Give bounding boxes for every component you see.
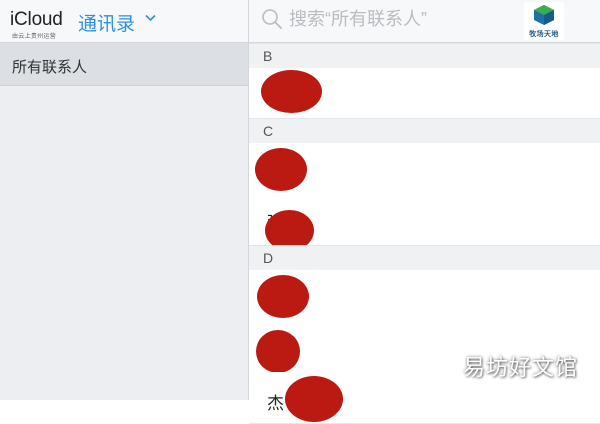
- search-icon: [262, 9, 282, 29]
- watermark-text: 易坊好文馆: [462, 356, 578, 381]
- search-input[interactable]: [289, 6, 509, 32]
- contact-row[interactable]: 粥: [249, 194, 600, 251]
- app-header: iCloud 通讯录 由云上贵州运营: [0, 0, 248, 43]
- contact-row[interactable]: [249, 270, 600, 322]
- section-letter: C: [263, 123, 274, 139]
- section-header-c: C: [249, 118, 600, 144]
- contact-list-pane: 牧场天地 B C 粥 D 杰: [249, 0, 600, 424]
- section-letter: D: [263, 250, 274, 266]
- app-switcher-title[interactable]: 通讯录: [78, 9, 135, 36]
- search-bar: 牧场天地: [249, 0, 600, 43]
- sidebar-item-all-contacts[interactable]: 所有联系人: [0, 43, 248, 86]
- contact-row[interactable]: [249, 143, 600, 195]
- redaction-mark: [261, 70, 322, 113]
- redaction-mark: [256, 330, 300, 373]
- section-header-b: B: [249, 43, 600, 69]
- sidebar: iCloud 通讯录 由云上贵州运营 所有联系人: [0, 0, 249, 400]
- section-header-d: D: [249, 245, 600, 271]
- redaction-mark: [285, 376, 343, 422]
- chevron-down-icon[interactable]: [145, 14, 156, 22]
- operator-subtitle: 由云上贵州运营: [12, 34, 57, 40]
- sidebar-item-label: 所有联系人: [12, 59, 88, 76]
- redaction-mark: [255, 148, 307, 191]
- corner-logo: 牧场天地: [524, 2, 564, 40]
- hexagon-logo-icon: [534, 5, 554, 25]
- corner-logo-text: 牧场天地: [529, 31, 559, 38]
- contact-name: 杰: [267, 394, 284, 413]
- icloud-logo-text: iCloud: [10, 9, 63, 30]
- contact-row[interactable]: [249, 68, 600, 120]
- redaction-mark: [257, 275, 309, 318]
- section-letter: B: [263, 48, 273, 64]
